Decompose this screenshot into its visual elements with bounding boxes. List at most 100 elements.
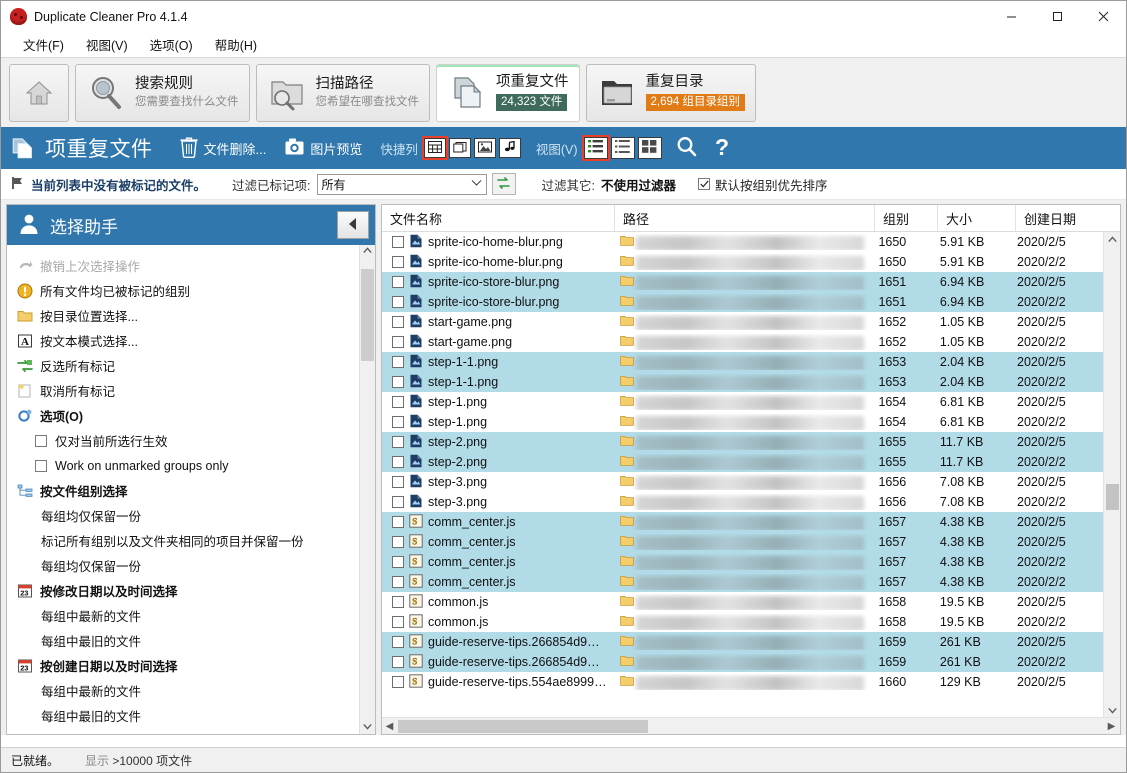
row-checkbox[interactable]	[392, 536, 404, 548]
sidebar-checkbox-unmarked-groups-only[interactable]: Work on unmarked groups only	[7, 453, 359, 478]
row-checkbox[interactable]	[392, 656, 404, 668]
row-checkbox[interactable]	[392, 396, 404, 408]
table-row[interactable]: Scomm_center.js16574.38 KB2020/2/2	[382, 572, 1103, 592]
view-detail-button[interactable]	[584, 137, 608, 159]
menu-view[interactable]: 视图(V)	[76, 32, 138, 57]
table-row[interactable]: Scomm_center.js16574.38 KB2020/2/2	[382, 552, 1103, 572]
sidebar-item-keep-one-per-group-a[interactable]: 每组均仅保留一份	[7, 503, 359, 528]
column-header-path[interactable]: 路径	[615, 205, 875, 231]
sidebar-item-mark-same-folder-keep-one[interactable]: 标记所有组别以及文件夹相同的项目并保留一份	[7, 528, 359, 553]
row-checkbox[interactable]	[392, 356, 404, 368]
table-row[interactable]: step-3.png16567.08 KB2020/2/5	[382, 472, 1103, 492]
table-row[interactable]: Sguide-reserve-tips.266854d9…1659261 KB2…	[382, 652, 1103, 672]
row-checkbox[interactable]	[392, 616, 404, 628]
row-checkbox[interactable]	[392, 676, 404, 688]
filter-marked-select[interactable]: 所有	[317, 174, 487, 195]
sidebar-item-all-marked-groups[interactable]: 所有文件均已被标记的组别	[7, 278, 359, 303]
sidebar-checkbox-selected-rows-only[interactable]: 仅对当前所选行生效	[7, 428, 359, 453]
table-row[interactable]: Scommon.js165819.5 KB2020/2/2	[382, 612, 1103, 632]
chevron-up-icon[interactable]	[1108, 232, 1117, 246]
quick-col-table-button[interactable]	[424, 138, 446, 158]
column-header-date[interactable]: 创建日期	[1016, 205, 1111, 231]
row-checkbox[interactable]	[392, 476, 404, 488]
quick-col-window-button[interactable]	[449, 138, 471, 158]
horizontal-scroll-thumb[interactable]	[398, 720, 648, 733]
delete-files-button[interactable]: 文件删除...	[179, 136, 267, 161]
refresh-button[interactable]	[492, 173, 516, 195]
row-checkbox[interactable]	[392, 496, 404, 508]
row-checkbox[interactable]	[392, 296, 404, 308]
table-row[interactable]: sprite-ico-store-blur.png16516.94 KB2020…	[382, 272, 1103, 292]
table-row[interactable]: step-2.png165511.7 KB2020/2/2	[382, 452, 1103, 472]
chevron-right-icon[interactable]: ▶	[1104, 721, 1119, 732]
quick-col-music-button[interactable]	[499, 138, 521, 158]
sidebar-item-keep-one-per-group-b[interactable]: 每组均仅保留一份	[7, 553, 359, 578]
table-row[interactable]: sprite-ico-home-blur.png16505.91 KB2020/…	[382, 232, 1103, 252]
file-list-horizontal-scrollbar[interactable]: ◀ ▶	[382, 717, 1120, 734]
menu-help[interactable]: 帮助(H)	[205, 32, 267, 57]
sidebar-item-select-by-text[interactable]: A 按文本模式选择...	[7, 328, 359, 353]
table-row[interactable]: Sguide-reserve-tips.266854d9…1659261 KB2…	[382, 632, 1103, 652]
row-checkbox[interactable]	[392, 336, 404, 348]
column-header-size[interactable]: 大小	[938, 205, 1016, 231]
table-row[interactable]: Scomm_center.js16574.38 KB2020/2/5	[382, 512, 1103, 532]
sidebar-item-clear-marks[interactable]: 取消所有标记	[7, 378, 359, 403]
column-header-name[interactable]: 文件名称	[382, 205, 615, 231]
table-row[interactable]: step-3.png16567.08 KB2020/2/2	[382, 492, 1103, 512]
menu-file[interactable]: 文件(F)	[13, 32, 74, 57]
row-checkbox[interactable]	[392, 576, 404, 588]
tab-home[interactable]	[9, 64, 69, 122]
maximize-button[interactable]	[1034, 1, 1080, 32]
row-checkbox[interactable]	[392, 256, 404, 268]
menu-options[interactable]: 选项(O)	[140, 32, 203, 57]
sidebar-item-select-by-folder[interactable]: 按目录位置选择...	[7, 303, 359, 328]
row-checkbox[interactable]	[392, 416, 404, 428]
tab-duplicate-folders[interactable]: 重复目录 2,694 组目录组别	[586, 64, 756, 122]
sidebar-item-newest-by-modified[interactable]: 每组中最新的文件	[7, 603, 359, 628]
table-row[interactable]: start-game.png16521.05 KB2020/2/2	[382, 332, 1103, 352]
image-preview-button[interactable]: 图片预览	[284, 137, 362, 159]
sidebar-scroll-thumb[interactable]	[361, 269, 374, 361]
sidebar-item-oldest-by-modified[interactable]: 每组中最旧的文件	[7, 628, 359, 653]
row-checkbox[interactable]	[392, 596, 404, 608]
row-checkbox[interactable]	[392, 436, 404, 448]
tab-duplicate-files[interactable]: 项重复文件 24,323 文件	[436, 64, 580, 122]
row-checkbox[interactable]	[392, 376, 404, 388]
chevron-down-icon[interactable]	[1108, 703, 1117, 717]
row-checkbox[interactable]	[392, 516, 404, 528]
help-icon[interactable]: ?	[712, 135, 731, 162]
quick-col-image-button[interactable]	[474, 138, 496, 158]
search-icon[interactable]	[675, 135, 698, 161]
file-list-vertical-scrollbar[interactable]	[1103, 232, 1120, 717]
table-row[interactable]: sprite-ico-home-blur.png16505.91 KB2020/…	[382, 252, 1103, 272]
row-checkbox[interactable]	[392, 316, 404, 328]
view-grid-button[interactable]	[638, 137, 662, 159]
chevron-left-icon[interactable]: ◀	[382, 721, 397, 732]
row-checkbox[interactable]	[392, 236, 404, 248]
tab-scan-paths[interactable]: 扫描路径 您希望在哪查找文件	[256, 64, 431, 122]
column-header-group[interactable]: 组别	[875, 205, 938, 231]
table-row[interactable]: step-1-1.png16532.04 KB2020/2/5	[382, 352, 1103, 372]
table-row[interactable]: Scommon.js165819.5 KB2020/2/5	[382, 592, 1103, 612]
view-list-button[interactable]	[611, 137, 635, 159]
vertical-scroll-thumb[interactable]	[1106, 484, 1119, 510]
table-row[interactable]: sprite-ico-store-blur.png16516.94 KB2020…	[382, 292, 1103, 312]
sidebar-item-newest-by-created[interactable]: 每组中最新的文件	[7, 678, 359, 703]
chevron-down-icon[interactable]	[363, 722, 372, 733]
sidebar-item-invert-marks[interactable]: 反选所有标记	[7, 353, 359, 378]
minimize-button[interactable]	[988, 1, 1034, 32]
sidebar-item-oldest-by-created[interactable]: 每组中最旧的文件	[7, 703, 359, 728]
row-checkbox[interactable]	[392, 456, 404, 468]
table-row[interactable]: step-2.png165511.7 KB2020/2/5	[382, 432, 1103, 452]
sidebar-item-undo[interactable]: 撤销上次选择操作	[7, 253, 359, 278]
sort-by-group-checkbox[interactable]: 默认按组别优先排序	[698, 175, 828, 194]
table-row[interactable]: Scomm_center.js16574.38 KB2020/2/5	[382, 532, 1103, 552]
sidebar-scrollbar[interactable]	[359, 245, 375, 734]
table-row[interactable]: step-1.png16546.81 KB2020/2/2	[382, 412, 1103, 432]
table-row[interactable]: start-game.png16521.05 KB2020/2/5	[382, 312, 1103, 332]
row-checkbox[interactable]	[392, 276, 404, 288]
table-row[interactable]: Sguide-reserve-tips.554ae8999…1660129 KB…	[382, 672, 1103, 692]
row-checkbox[interactable]	[392, 556, 404, 568]
table-row[interactable]: step-1.png16546.81 KB2020/2/5	[382, 392, 1103, 412]
chevron-up-icon[interactable]	[363, 246, 372, 257]
